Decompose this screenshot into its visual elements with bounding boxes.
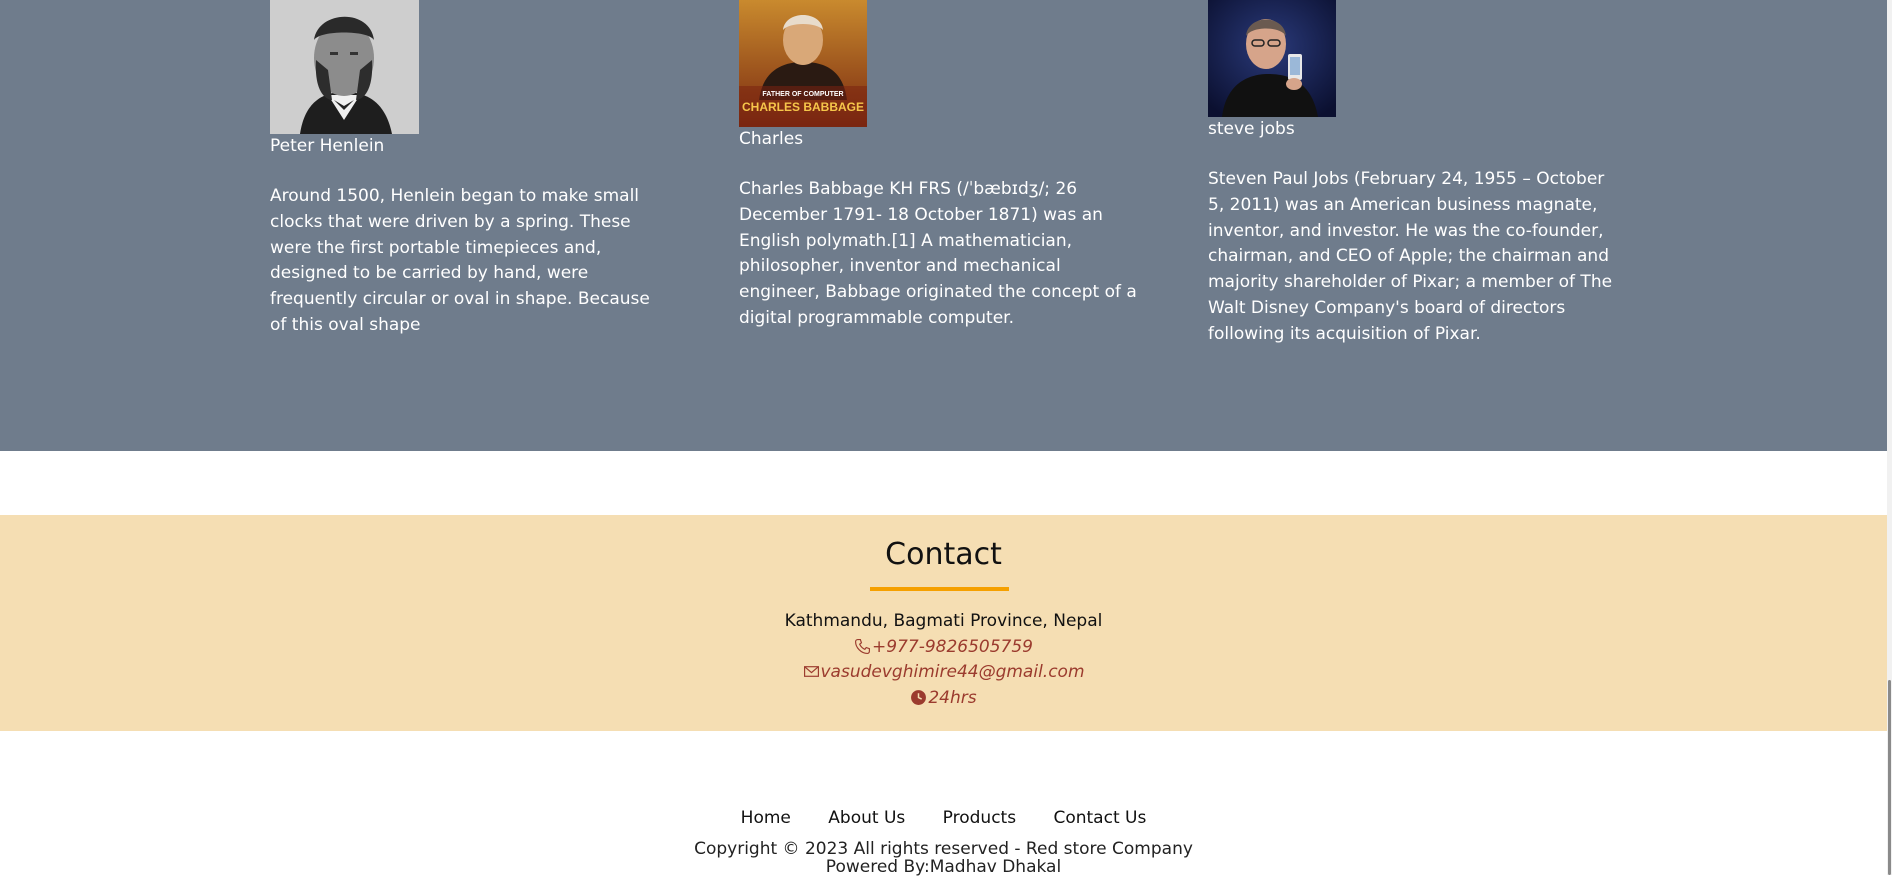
babbage-book-cover-image: FATHER OF COMPUTER CHARLES BABBAGE xyxy=(739,0,867,127)
scrollbar-thumb[interactable] xyxy=(1888,680,1891,875)
footer-link-products[interactable]: Products xyxy=(943,808,1016,828)
footer-link-home[interactable]: Home xyxy=(741,808,791,828)
hours-text: 24hrs xyxy=(928,688,977,708)
contact-hours: 24hrs xyxy=(0,688,1887,708)
person-name: Charles xyxy=(739,129,804,149)
phone-icon xyxy=(855,639,870,654)
person-name: steve jobs xyxy=(1208,119,1295,139)
jobs-photo-image xyxy=(1208,0,1336,117)
footer-nav: Home About Us Products Contact Us xyxy=(0,808,1887,828)
copyright-text: Copyright © 2023 All rights reserved - R… xyxy=(694,839,1193,859)
person-bio: Steven Paul Jobs (February 24, 1955 – Oc… xyxy=(1208,169,1613,344)
email-address[interactable]: vasudevghimire44@gmail.com xyxy=(821,662,1085,682)
henlein-portrait-image xyxy=(270,0,419,134)
phone-number[interactable]: +977-9826505759 xyxy=(872,637,1033,657)
person-bio: Charles Babbage KH FRS (/ˈbæbɪdʒ/; 26 De… xyxy=(739,179,1137,328)
footer-link-contact[interactable]: Contact Us xyxy=(1053,808,1146,828)
person-name: Peter Henlein xyxy=(270,136,385,156)
contact-heading: Contact xyxy=(885,537,1002,572)
person-card-jobs: steve jobs Steven Paul Jobs (February 24… xyxy=(1208,0,1623,348)
contact-address: Kathmandu, Bagmati Province, Nepal xyxy=(784,611,1103,631)
person-card-babbage: FATHER OF COMPUTER CHARLES BABBAGE Charl… xyxy=(739,0,1139,332)
footer-link-about[interactable]: About Us xyxy=(828,808,905,828)
contact-phone-link[interactable]: +977-9826505759 xyxy=(0,637,1887,657)
clock-icon xyxy=(911,690,927,705)
cover-caption-main: CHARLES BABBAGE xyxy=(742,100,864,114)
person-card-henlein: Peter Henlein Around 1500, Henlein began… xyxy=(270,0,660,339)
page-scrollbar[interactable] xyxy=(1887,0,1892,875)
contact-section: Contact Kathmandu, Bagmati Province, Nep… xyxy=(0,515,1887,731)
person-bio: Around 1500, Henlein began to make small… xyxy=(270,186,650,335)
contact-email-link[interactable]: vasudevghimire44@gmail.com xyxy=(0,662,1887,682)
cover-caption-top: FATHER OF COMPUTER xyxy=(762,91,843,98)
envelope-icon xyxy=(803,666,819,677)
heading-underline xyxy=(870,587,1009,591)
powered-by-text: Powered By:Madhav Dhakal xyxy=(825,857,1062,877)
people-section: Peter Henlein Around 1500, Henlein began… xyxy=(0,0,1887,451)
